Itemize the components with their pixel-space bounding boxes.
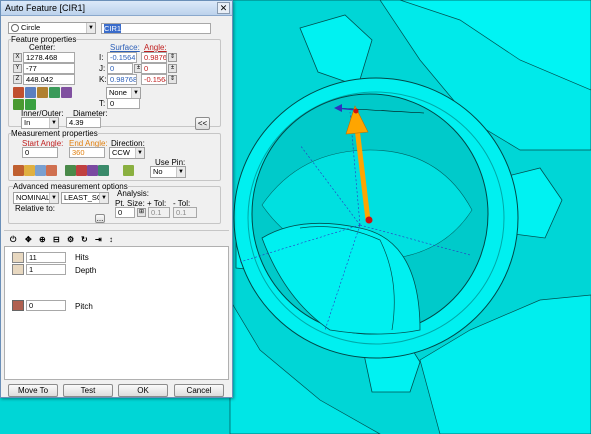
x-axis-icon[interactable]: X [13,53,22,62]
direction-select[interactable]: CCW ▼ [109,147,145,159]
collapse-button[interactable]: << [195,117,210,130]
feature-type-value: Circle [21,23,41,32]
hits-icon[interactable] [13,165,24,176]
plus-tol-field: 0.1 [148,207,170,218]
close-icon[interactable]: ✕ [217,2,230,14]
angle-flip-icon[interactable]: ⇕ [168,53,177,62]
chevron-down-icon: ▼ [86,23,95,33]
feature-id-value: CIR1 [104,24,122,33]
tab-target-icon[interactable]: ⊕ [39,235,46,244]
hits-label: Hits [75,253,89,262]
pitch-icon [12,300,24,311]
k-label: K: [99,75,107,84]
angle-swap-icon[interactable]: ± [168,64,177,73]
circle-icon [11,24,19,33]
depth-field[interactable]: 1 [26,264,66,275]
check-icon[interactable] [123,165,134,176]
inner-outer-select[interactable]: In ▼ [21,117,59,129]
target-icon[interactable] [98,165,109,176]
angle-k-field[interactable]: -0.1564 [141,74,167,85]
pt-size-field[interactable]: 0 [115,207,135,218]
cancel-button[interactable]: Cancel [174,384,224,397]
use-pin-select[interactable]: No ▼ [150,166,186,178]
title-bar: Auto Feature [CIR1] ✕ [1,1,232,16]
analysis-label: Analysis: [117,189,150,198]
i-label: I: [99,53,104,62]
chevron-down-icon: ▼ [49,118,58,128]
start-angle-field[interactable]: 0 [22,147,58,158]
analysis-icon[interactable]: ⊞ [137,208,146,217]
read-point-icon[interactable] [25,87,36,98]
minus-tol-field: 0.1 [173,207,197,218]
relative-to-button[interactable]: ... [95,214,105,223]
scan-icon[interactable] [87,165,98,176]
window-title: Auto Feature [CIR1] [5,3,86,13]
direction-value: CCW [112,148,130,157]
pitch-field[interactable]: 0 [26,300,66,311]
measurement-properties-label: Measurement properties [11,129,98,138]
advanced-options-label: Advanced measurement options [13,182,128,191]
find-nominal-icon[interactable] [13,87,24,98]
inner-outer-value: In [24,118,31,127]
surface-label: Surface: [110,43,140,52]
chevron-down-icon: ▼ [49,193,58,203]
probe-icon[interactable] [24,165,35,176]
chevron-down-icon: ▼ [135,148,144,158]
tab-probe-icon[interactable]: ⇥ [95,235,102,244]
least-sqr-select[interactable]: LEAST_SQR ▼ [61,192,109,204]
feature-id-field[interactable]: CIR1 [101,23,211,34]
measure-now-icon[interactable] [37,87,48,98]
angle-j-field[interactable]: 0 [141,63,167,74]
hits-icon [12,252,24,263]
tab-settings-icon[interactable]: ⚙ [67,235,74,244]
surface-j-field[interactable]: 0 [107,63,133,74]
tab-move-icon[interactable]: ✥ [25,235,32,244]
diameter-field[interactable]: 4.39 [66,117,101,128]
center-label: Center: [29,43,56,52]
j-label: J: [99,64,106,73]
auto-feature-dialog: Auto Feature [CIR1] ✕ Circle ▼ CIR1 Feat… [0,0,233,398]
center-y-field[interactable]: -77 [23,63,75,74]
t-field[interactable]: 0 [107,98,140,109]
surface-i-field[interactable]: -0.1564 [107,52,137,63]
hits-field[interactable]: 11 [26,252,66,263]
tab-display-icon[interactable]: ⊟ [53,235,60,244]
pitch-label: Pitch [75,302,93,311]
none-value: None [109,88,127,97]
surface-k-field[interactable]: 0.98768 [107,74,137,85]
depth-icon [12,264,24,275]
tab-hits-icon[interactable]: ⏻ [10,235,16,245]
test-button[interactable]: Test [63,384,113,397]
chevron-down-icon: ▼ [99,193,108,203]
tab-rotate-icon[interactable]: ↻ [81,235,88,244]
depth-label: Depth [75,266,97,275]
y-axis-icon[interactable]: Y [13,64,22,73]
use-pin-value: No [153,167,163,176]
sample-hits-icon[interactable] [61,87,72,98]
show-hits-icon[interactable] [49,87,60,98]
feature-type-select[interactable]: Circle ▼ [8,22,96,34]
t-label: T: [99,99,106,108]
z-axis-icon[interactable]: Z [13,75,22,84]
center-x-field[interactable]: 1278.468 [23,52,75,63]
ok-button[interactable]: OK [118,384,168,397]
angle-i-field[interactable]: 0.98768 [141,52,167,63]
move-icon[interactable] [46,165,57,176]
chevron-down-icon: ▼ [176,167,185,177]
move-to-button[interactable]: Move To [8,384,58,397]
relative-to-label: Relative to: [15,204,56,213]
filter-icon[interactable] [76,165,87,176]
chevron-down-icon: ▼ [131,88,140,98]
nominals-select[interactable]: NOMINALS ▼ [13,192,59,204]
tab-separator [4,230,229,231]
end-angle-field[interactable]: 360 [69,147,105,158]
center-z-field[interactable]: 448.042 [23,74,75,85]
angle-reset-icon[interactable]: ⇕ [168,75,177,84]
angle-label: Angle: [144,43,167,52]
path-icon[interactable] [35,165,46,176]
sample-icon[interactable] [65,165,76,176]
hits-panel: 11 Hits 1 Depth 0 Pitch [4,246,229,380]
tab-axis-icon[interactable]: ↕ [109,235,113,244]
